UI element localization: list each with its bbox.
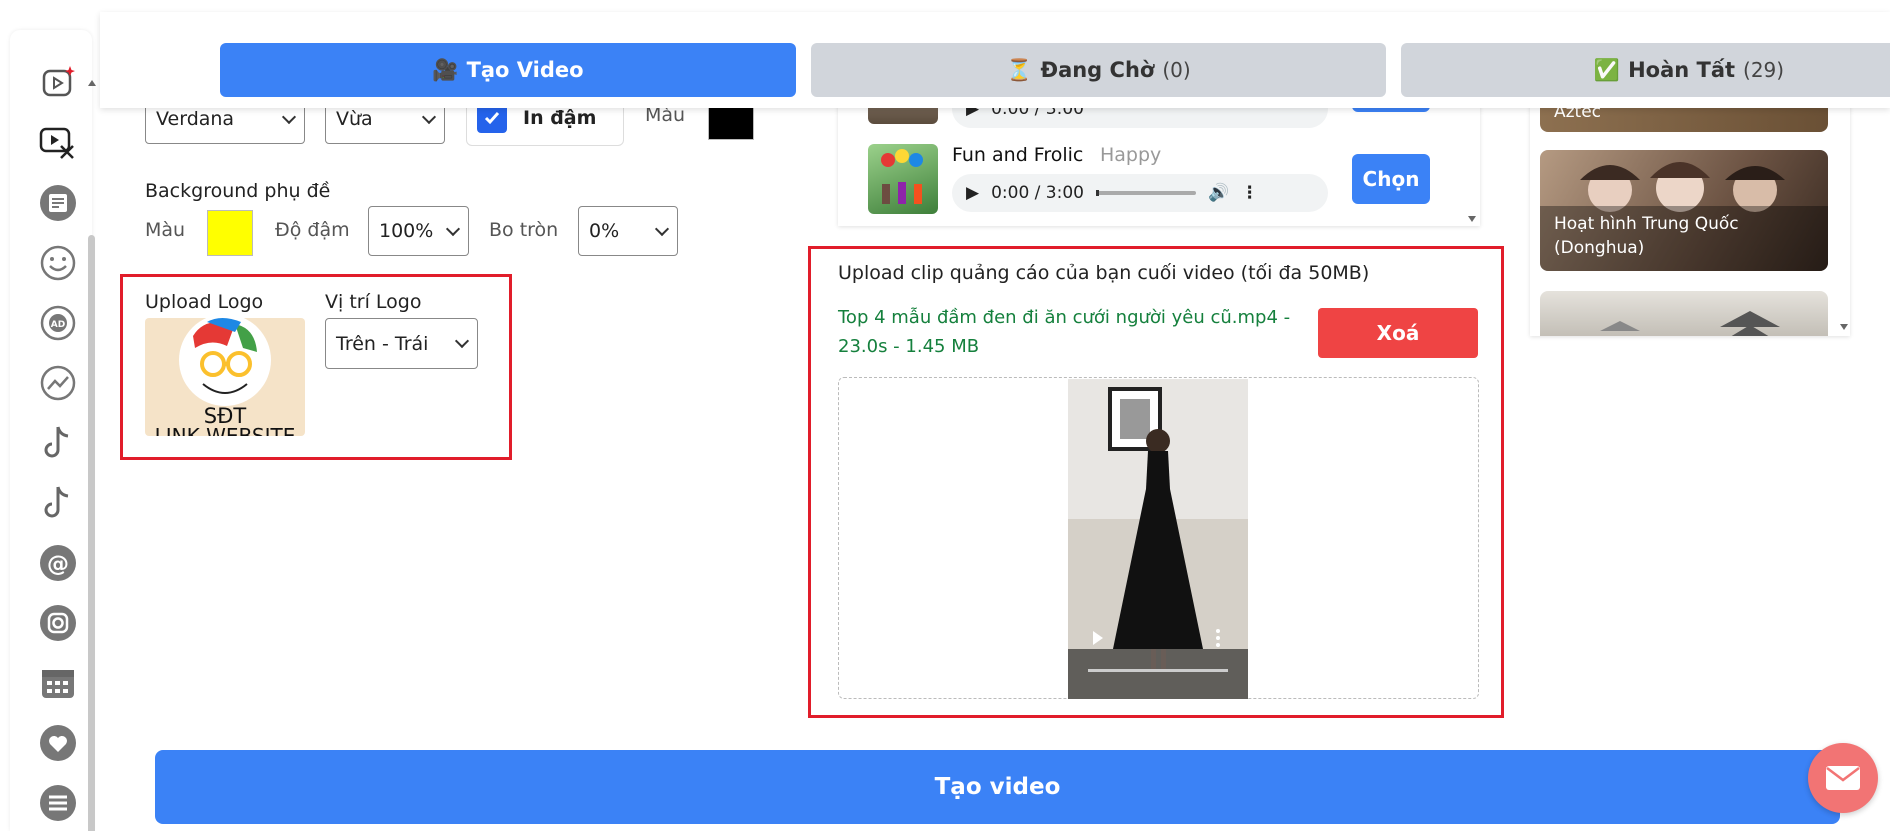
opacity-select[interactable]: 100% — [368, 206, 469, 256]
volume-icon[interactable]: 🔊 — [1208, 183, 1229, 203]
logo-position-value: Trên - Trái — [336, 332, 429, 355]
radius-select[interactable]: 0% — [578, 206, 678, 256]
ad-video-thumbnail-icon — [1068, 379, 1248, 699]
ad-video-preview[interactable] — [1068, 379, 1248, 699]
music-list-panel: ▶ 0:00 / 3:00 Fun and Frolic Happy ▶ 0:0… — [838, 90, 1480, 226]
scroll-down-icon[interactable] — [1468, 216, 1476, 222]
tab-completed-label: Hoàn Tất — [1628, 58, 1736, 82]
svg-text:@: @ — [47, 552, 69, 577]
upload-logo-label: Upload Logo — [145, 291, 264, 313]
tiktok-alt-icon[interactable] — [38, 483, 78, 523]
ad-file-meta: 23.0s - 1.45 MB — [838, 336, 980, 357]
gallery-scroll-down-icon[interactable] — [1840, 324, 1848, 330]
audio-time: 0:00 / 3:00 — [991, 183, 1084, 203]
left-sidebar: AD @ — [10, 30, 96, 831]
tab-waiting-label: Đang Chờ — [1040, 58, 1155, 82]
tab-completed[interactable]: ✅ Hoàn Tất (29) — [1401, 43, 1890, 97]
create-video-button[interactable]: Tạo video — [155, 750, 1840, 824]
movie-camera-icon: 🎥 — [432, 57, 459, 82]
bg-color-label: Màu — [145, 219, 186, 241]
video-edit-icon[interactable] — [38, 122, 78, 162]
menu-icon[interactable] — [38, 783, 78, 823]
instagram-icon[interactable] — [38, 603, 78, 643]
calendar-icon[interactable] — [38, 663, 78, 703]
delete-ad-button[interactable]: Xoá — [1318, 308, 1478, 358]
chevron-down-icon — [654, 221, 670, 236]
chevron-down-icon — [454, 333, 470, 349]
logo-position-select[interactable]: Trên - Trái — [325, 318, 478, 369]
size-value: Vừa — [336, 108, 373, 130]
radius-value: 0% — [589, 220, 620, 242]
background-title: Background phụ đề — [145, 180, 331, 202]
gallery-card-donghua-label: Hoạt hình Trung Quốc (Donghua) — [1554, 214, 1739, 258]
audio-progress-bar[interactable] — [1095, 190, 1196, 196]
smile-icon[interactable] — [38, 243, 78, 283]
opacity-label: Độ đậm — [275, 219, 350, 241]
logo-text-website: LINK WEBSITE — [154, 424, 296, 436]
trending-icon[interactable] — [38, 363, 78, 403]
heart-icon[interactable] — [38, 723, 78, 763]
music-title: Fun and Frolic — [952, 144, 1084, 166]
tab-create-label: Tạo Video — [466, 58, 584, 82]
music-mood: Happy — [1100, 144, 1162, 166]
ad-video-dropzone[interactable] — [838, 377, 1479, 699]
gallery-card-donghua[interactable]: Hoạt hình Trung Quốc (Donghua) — [1540, 150, 1828, 271]
music-thumb-fun-frolic — [868, 144, 938, 214]
document-icon[interactable] — [38, 183, 78, 223]
chevron-down-icon — [281, 109, 297, 124]
chevron-down-icon — [445, 221, 461, 236]
radius-label: Bo tròn — [489, 219, 559, 241]
ad-upload-title: Upload clip quảng cáo của bạn cuối video… — [838, 262, 1370, 284]
logo-upload-preview[interactable]: SĐT LINK WEBSITE — [145, 318, 305, 436]
temple-thumbnail-icon — [1600, 311, 1780, 336]
bold-label: In đậm — [523, 107, 597, 129]
opacity-value: 100% — [379, 220, 434, 242]
tab-waiting[interactable]: ⏳ Đang Chờ (0) — [811, 43, 1386, 97]
play-icon[interactable]: ▶ — [966, 183, 979, 203]
font-value: Verdana — [156, 108, 235, 130]
svg-text:AD: AD — [51, 320, 65, 330]
mail-button[interactable] — [1808, 743, 1878, 813]
chevron-down-icon — [421, 109, 437, 124]
check-mark-icon: ✅ — [1593, 57, 1621, 82]
style-gallery: Aztec Hoạt hình Trung Quốc (Donghua) — [1530, 100, 1850, 336]
top-tabs-bar: 🎥 Tạo Video ⏳ Đang Chờ (0) ✅ Hoàn Tất (2… — [100, 12, 1890, 108]
tab-create-video[interactable]: 🎥 Tạo Video — [220, 43, 796, 97]
threads-icon[interactable]: @ — [38, 543, 78, 583]
ad-file-name: Top 4 mẫu đầm đen đi ăn cưới người yêu c… — [838, 307, 1291, 328]
bg-color-swatch[interactable] — [207, 210, 253, 256]
mail-icon — [1826, 766, 1860, 790]
tab-waiting-count: (0) — [1162, 58, 1191, 82]
more-options-icon[interactable]: ⋮ — [1241, 183, 1258, 203]
tab-completed-count: (29) — [1743, 58, 1785, 82]
gallery-card-temple[interactable] — [1540, 291, 1828, 336]
choose-music-button[interactable]: Chọn — [1352, 154, 1430, 204]
sidebar-scrollbar[interactable] — [88, 235, 95, 831]
scroll-up-icon[interactable] — [88, 80, 96, 86]
audio-player[interactable]: ▶ 0:00 / 3:00 🔊 ⋮ — [952, 174, 1328, 212]
logo-position-label: Vị trí Logo — [325, 291, 422, 313]
tiktok-icon[interactable] — [38, 423, 78, 463]
hourglass-icon: ⏳ — [1006, 57, 1033, 82]
video-sparkle-icon[interactable] — [38, 62, 78, 102]
ad-icon[interactable]: AD — [38, 303, 78, 343]
